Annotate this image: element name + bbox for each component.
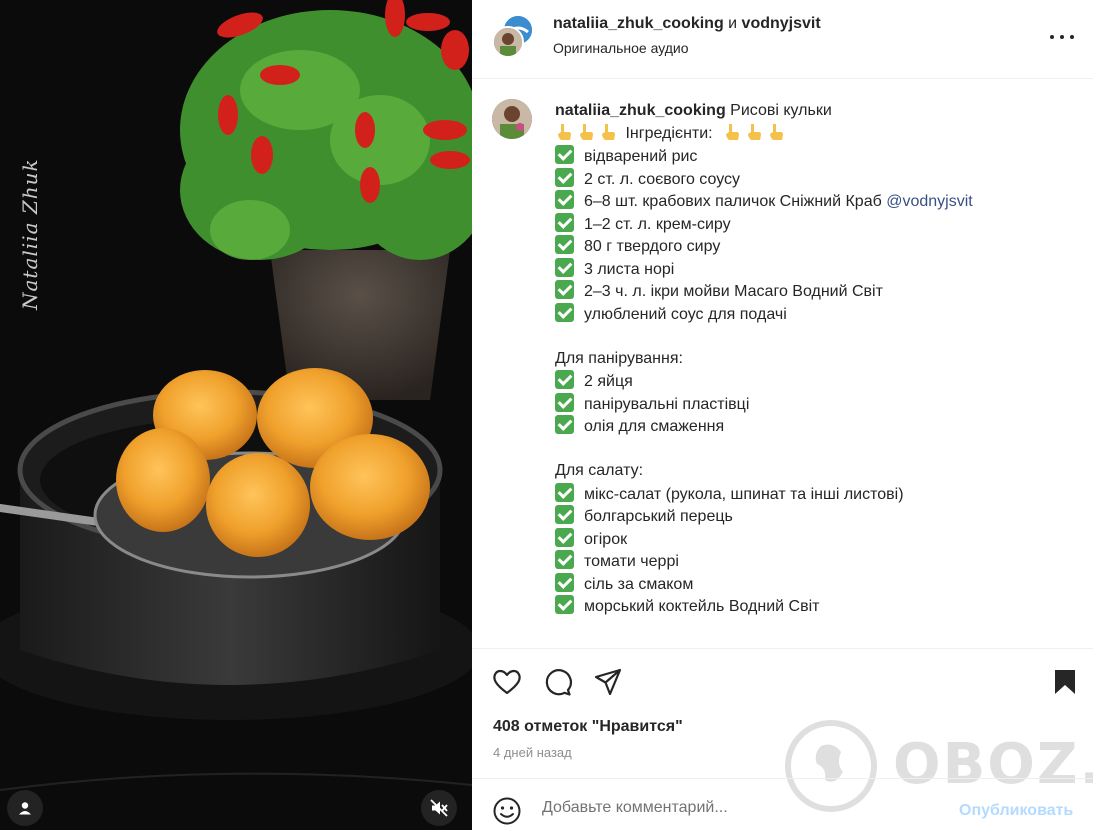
check-mark-icon <box>555 280 574 299</box>
post-comment-button[interactable]: Опубликовать <box>959 802 1073 820</box>
ingredient-item: 3 листа норі <box>555 257 1075 281</box>
check-mark-icon <box>555 235 574 254</box>
salad-item: мікс-салат (рукола, шпинат та інші листо… <box>555 482 1075 506</box>
check-mark-icon <box>555 167 574 187</box>
check-mark-icon <box>555 572 574 592</box>
breading-item: панірувальні пластівці <box>555 392 1075 416</box>
salad-item: огірок <box>555 527 1075 551</box>
comment-input[interactable] <box>542 795 942 821</box>
user-icon <box>19 802 31 815</box>
breading-item: олія для смаження <box>555 415 1075 438</box>
mention-link[interactable]: @vodnyjsvit <box>886 193 973 210</box>
avatar-author[interactable] <box>492 26 524 58</box>
paper-plane-icon[interactable] <box>593 667 623 697</box>
pointing-down-icon <box>558 123 571 140</box>
caption-author[interactable]: nataliia_zhuk_cooking <box>555 102 726 119</box>
salad-item: сіль за смаком <box>555 572 1075 596</box>
pointing-down-icon <box>748 123 762 140</box>
ingredient-item: 80 г твердого сиру <box>555 235 1075 258</box>
check-mark-icon <box>555 392 574 412</box>
collab-avatars[interactable] <box>492 14 536 58</box>
heart-icon[interactable] <box>492 667 522 697</box>
breading-item: 2 яйця <box>555 370 1075 393</box>
collaborator-link[interactable]: vodnyjsvit <box>742 15 821 32</box>
check-mark-icon <box>555 595 574 614</box>
ingredient-item: 6–8 шт. крабових паличок Сніжний Краб @v… <box>555 190 1075 213</box>
post-authors: nataliia_zhuk_cooking и vodnyjsvit <box>553 15 821 33</box>
post-panel: nataliia_zhuk_cooking и vodnyjsvit Ориги… <box>472 0 1093 830</box>
likes-count[interactable]: 408 отметок "Нравится" <box>493 718 683 736</box>
check-mark-icon <box>555 550 574 569</box>
more-dots-icon <box>1050 35 1054 39</box>
check-mark-icon <box>555 482 574 502</box>
authors-conjunction: и <box>723 15 742 32</box>
food-photo <box>0 0 472 830</box>
ingredient-item: 2 ст. л. соєвого соусу <box>555 167 1075 191</box>
check-mark-icon <box>555 190 574 209</box>
caption-area[interactable]: nataliia_zhuk_cooking Рисові кульки Інгр… <box>472 80 1093 648</box>
more-options-button[interactable] <box>1050 28 1074 46</box>
author-link[interactable]: nataliia_zhuk_cooking <box>553 15 724 32</box>
salad-item: морський коктейль Водний Світ <box>555 595 1075 618</box>
check-mark-icon <box>555 527 574 547</box>
ingredient-item: 2–3 ч. л. ікри мойви Масаго Водний Світ <box>555 280 1075 303</box>
caption-text: nataliia_zhuk_cooking Рисові кульки Інгр… <box>555 100 1075 618</box>
salad-heading: Для салату: <box>555 462 644 479</box>
caption-avatar[interactable] <box>492 99 532 139</box>
tagged-users-button[interactable] <box>7 790 43 826</box>
salad-item: болгарський перець <box>555 505 1075 528</box>
check-mark-icon <box>555 302 574 322</box>
check-mark-icon <box>555 370 574 389</box>
pointing-down-icon <box>726 123 740 140</box>
muted-speaker-icon <box>430 799 448 817</box>
ingredient-item: 1–2 ст. л. крем-сиру <box>555 212 1075 236</box>
actions-bar: 408 отметок "Нравится" 4 дней назад <box>472 648 1093 778</box>
caption-title: Рисові кульки <box>725 102 832 119</box>
pointing-down-icon <box>602 123 615 140</box>
ingredients-heading: Інгредієнти: <box>555 123 1075 146</box>
bookmark-icon[interactable] <box>1050 667 1080 697</box>
comment-bubble-icon[interactable] <box>542 667 572 697</box>
post-media[interactable]: Nataliia Zhuk <box>0 0 472 830</box>
breading-heading: Для панірування: <box>555 349 683 367</box>
mute-toggle-button[interactable] <box>421 790 457 826</box>
emoji-smile-icon[interactable] <box>492 796 522 826</box>
audio-link[interactable]: Оригинальное аудио <box>553 40 689 56</box>
post-time[interactable]: 4 дней назад <box>493 745 572 760</box>
ingredient-item: улюблений соус для подачі <box>555 302 1075 326</box>
photo-watermark: Nataliia Zhuk <box>18 158 42 310</box>
check-mark-icon <box>555 415 574 434</box>
pointing-down-icon <box>770 123 784 140</box>
comment-bar: Опубликовать <box>472 778 1093 830</box>
pointing-down-icon <box>580 123 593 140</box>
ingredients-label: Інгредієнти: <box>625 124 713 142</box>
check-mark-icon <box>555 145 574 164</box>
check-mark-icon <box>555 505 574 524</box>
check-mark-icon <box>555 257 574 277</box>
salad-item: томати черрі <box>555 550 1075 573</box>
ingredient-item: відварений рис <box>555 145 1075 168</box>
check-mark-icon <box>555 212 574 232</box>
post-header: nataliia_zhuk_cooking и vodnyjsvit Ориги… <box>472 0 1093 79</box>
